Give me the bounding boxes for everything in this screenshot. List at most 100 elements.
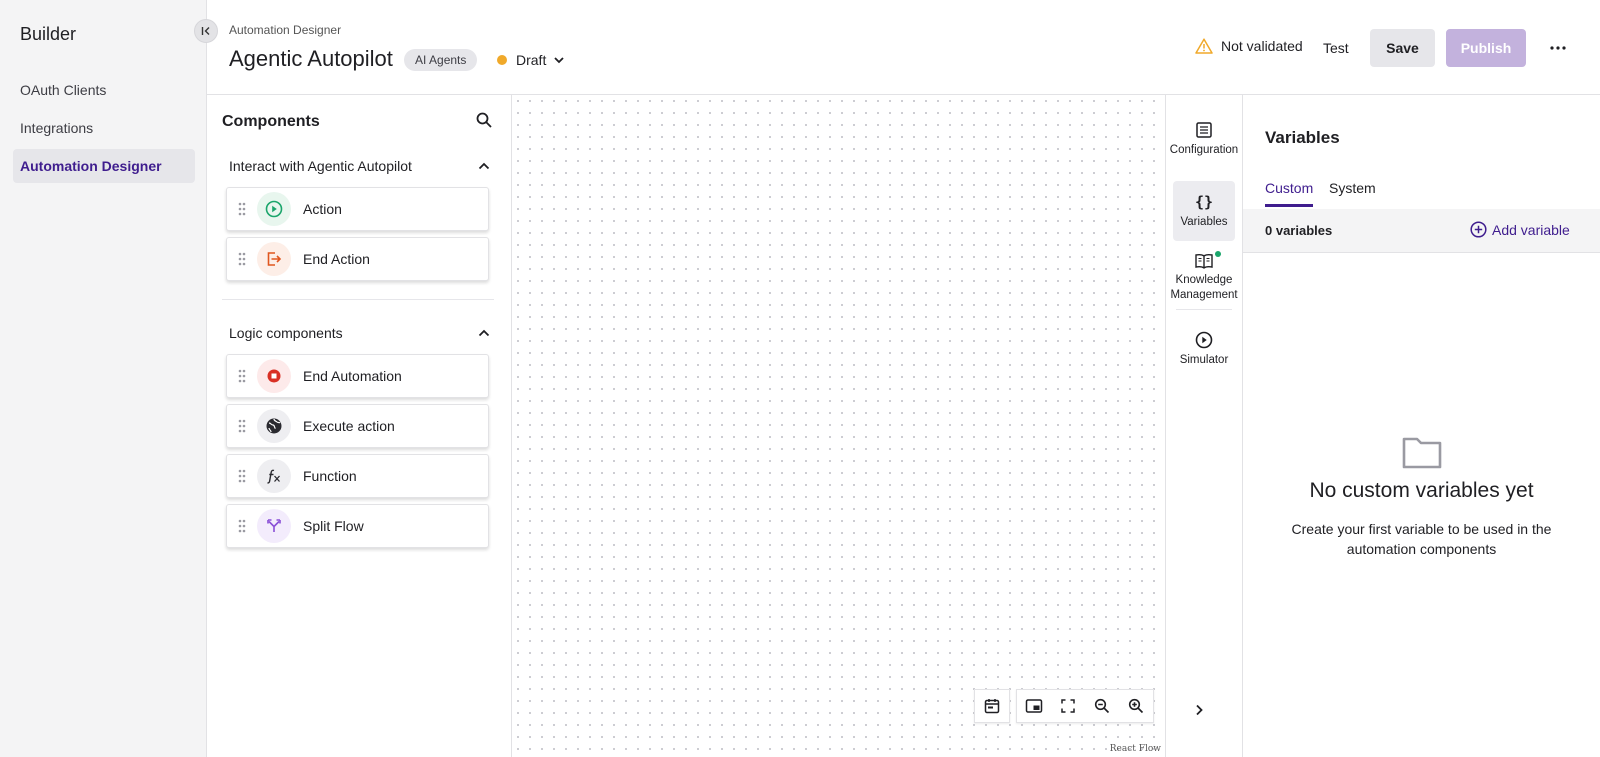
draft-status-dot — [497, 55, 507, 65]
knowledge-status-dot — [1215, 251, 1221, 257]
rail-item-configuration[interactable]: Configuration — [1169, 117, 1239, 177]
rail-label-line1: Knowledge — [1175, 274, 1233, 286]
validation-status: Not validated — [1195, 38, 1303, 54]
rail-label: Configuration — [1169, 144, 1239, 156]
react-flow-attribution[interactable]: React Flow — [1110, 744, 1161, 754]
minimap-button[interactable] — [1017, 690, 1051, 722]
component-label: Split Flow — [303, 518, 364, 534]
canvas-controls — [974, 689, 1154, 723]
chevron-right-icon — [1196, 704, 1203, 716]
rail-divider — [1176, 309, 1232, 310]
empty-state-description: Create your first variable to be used in… — [1291, 521, 1552, 557]
stop-icon — [257, 359, 291, 393]
nav-item-automation-designer[interactable]: Automation Designer — [13, 149, 195, 183]
components-search-button[interactable] — [475, 111, 493, 134]
components-panel: Components Interact with Agentic Autopil… — [207, 95, 512, 757]
publish-button[interactable]: Publish — [1446, 29, 1526, 67]
variables-count: 0 variables — [1265, 223, 1333, 238]
section-logic[interactable]: Logic components — [229, 321, 491, 345]
drag-handle-icon[interactable] — [227, 369, 257, 383]
drag-handle-icon[interactable] — [227, 519, 257, 533]
add-variable-button[interactable]: Add variable — [1470, 221, 1570, 238]
component-card-action[interactable]: Action — [226, 187, 489, 231]
calendar-icon — [984, 699, 1000, 714]
zoom-in-icon — [1128, 698, 1144, 714]
section-title: Interact with Agentic Autopilot — [229, 158, 412, 174]
components-title: Components — [222, 113, 320, 130]
rail-label: Variables — [1180, 216, 1228, 228]
drag-handle-icon[interactable] — [227, 469, 257, 483]
zoom-out-button[interactable] — [1085, 690, 1119, 722]
component-label: Action — [303, 201, 342, 217]
validation-label: Not validated — [1221, 38, 1303, 54]
section-divider — [222, 299, 494, 300]
rail-item-knowledge-management[interactable]: Knowledge Management — [1170, 251, 1238, 311]
empty-state-title: No custom variables yet — [1309, 479, 1534, 502]
status-dropdown[interactable]: Draft — [497, 49, 566, 71]
rail-item-variables[interactable]: {} Variables — [1173, 181, 1235, 241]
component-card-split-flow[interactable]: Split Flow — [226, 504, 489, 548]
split-icon — [257, 509, 291, 543]
folder-icon — [1402, 437, 1441, 469]
empty-state: No custom variables yet Create your firs… — [1243, 435, 1600, 559]
component-card-end-automation[interactable]: End Automation — [226, 354, 489, 398]
drag-handle-icon[interactable] — [227, 419, 257, 433]
tab-custom[interactable]: Custom — [1265, 180, 1313, 196]
component-label: Function — [303, 468, 357, 484]
chevron-up-icon — [478, 162, 490, 170]
fullscreen-icon — [1061, 699, 1075, 713]
variables-panel: Variables Custom System 0 variables Add … — [1243, 95, 1600, 757]
fit-view-button[interactable] — [1051, 690, 1085, 722]
brand-title: Builder — [20, 24, 77, 44]
add-variable-label: Add variable — [1492, 221, 1570, 238]
component-card-end-action[interactable]: End Action — [226, 237, 489, 281]
component-label: Execute action — [303, 418, 395, 434]
expand-rail-button[interactable] — [1192, 703, 1206, 722]
braces-icon: {} — [1194, 193, 1214, 211]
component-label: End Action — [303, 251, 370, 267]
nav-item-oauth-clients[interactable]: OAuth Clients — [13, 73, 195, 107]
function-icon — [257, 459, 291, 493]
chevron-down-icon — [554, 57, 564, 64]
component-card-function[interactable]: Function — [226, 454, 489, 498]
minimap-icon — [1025, 699, 1043, 713]
page-title: Agentic Autopilot — [229, 46, 393, 71]
section-interact[interactable]: Interact with Agentic Autopilot — [229, 154, 491, 178]
rail-label: Simulator — [1179, 354, 1229, 366]
active-tab-indicator — [1265, 204, 1313, 207]
add-circle-icon — [1470, 221, 1487, 238]
search-icon — [476, 112, 492, 128]
tool-rail: Configuration {} Variables Knowledge Man… — [1165, 95, 1243, 757]
drag-handle-icon[interactable] — [227, 252, 257, 266]
calendar-control — [974, 689, 1010, 723]
section-title: Logic components — [229, 325, 343, 341]
category-chip: AI Agents — [404, 49, 478, 71]
chevron-up-icon — [478, 329, 490, 337]
drag-handle-icon[interactable] — [227, 202, 257, 216]
more-horizontal-icon — [1550, 46, 1566, 50]
variables-title: Variables — [1265, 128, 1340, 147]
component-card-execute-action[interactable]: Execute action — [226, 404, 489, 448]
save-button[interactable]: Save — [1370, 29, 1435, 67]
collapse-left-icon — [201, 27, 210, 35]
breadcrumb[interactable]: Automation Designer — [229, 23, 341, 37]
configuration-icon — [1196, 122, 1212, 138]
collapse-sidebar-button[interactable] — [194, 19, 218, 43]
flow-canvas[interactable]: React Flow — [512, 95, 1165, 757]
component-label: End Automation — [303, 368, 402, 384]
view-controls — [1016, 689, 1154, 723]
more-options-button[interactable] — [1544, 34, 1572, 62]
tab-system[interactable]: System — [1329, 180, 1376, 196]
test-button[interactable]: Test — [1311, 29, 1361, 67]
play-circle-icon — [257, 192, 291, 226]
variables-toolbar: 0 variables Add variable — [1243, 209, 1600, 253]
rail-item-simulator[interactable]: Simulator — [1173, 329, 1235, 375]
nav-item-integrations[interactable]: Integrations — [13, 111, 195, 145]
calendar-button[interactable] — [975, 690, 1009, 722]
left-nav: Builder OAuth Clients Integrations Autom… — [0, 0, 207, 757]
book-icon — [1195, 254, 1213, 269]
globe-icon — [257, 409, 291, 443]
page-header: Automation Designer Agentic Autopilot AI… — [207, 0, 1600, 95]
exit-icon — [257, 242, 291, 276]
zoom-in-button[interactable] — [1119, 690, 1153, 722]
